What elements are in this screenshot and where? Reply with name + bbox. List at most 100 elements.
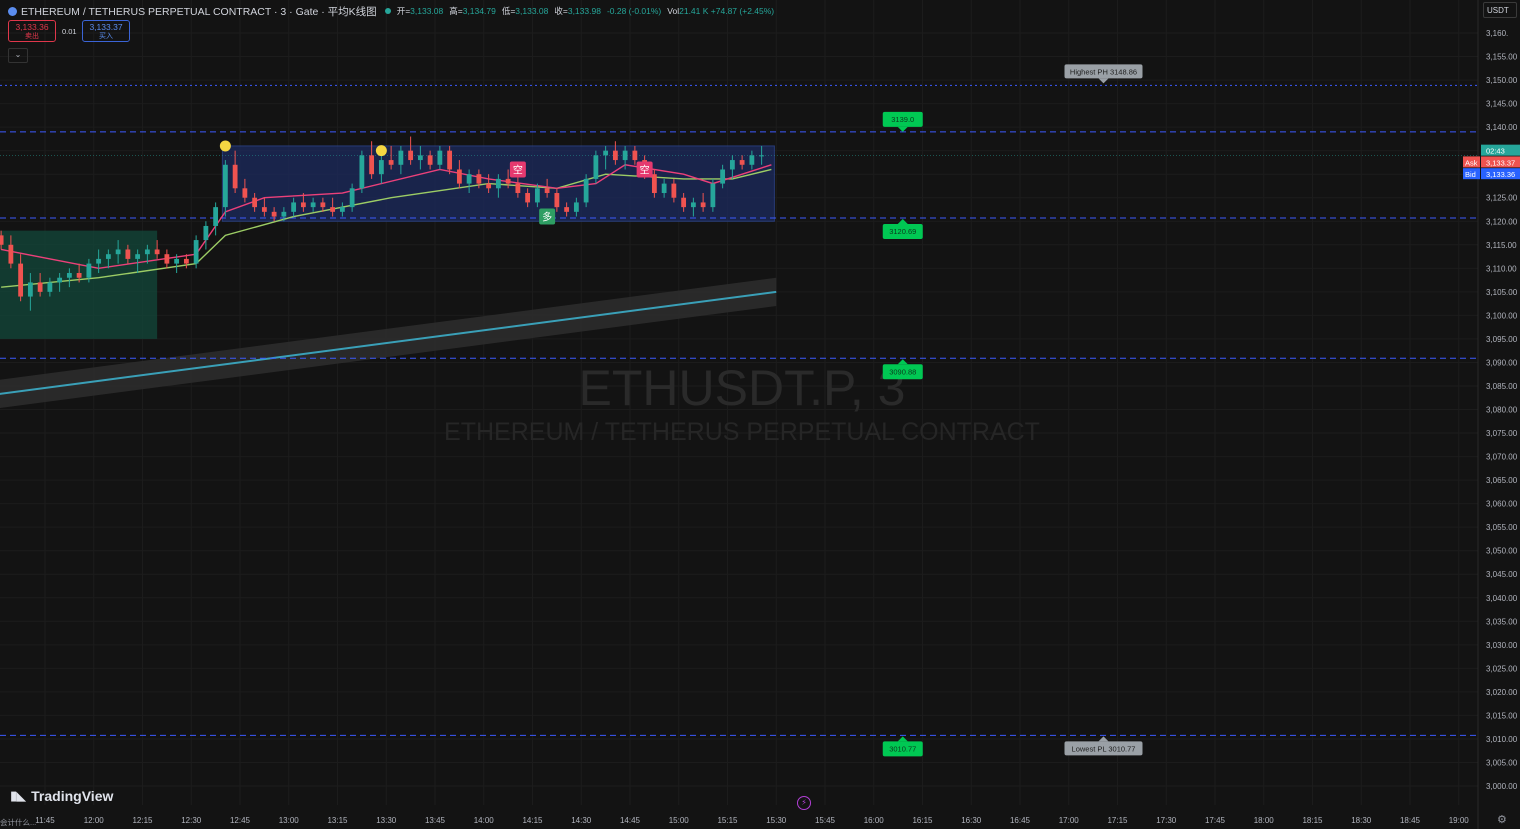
candle-body[interactable] [105, 254, 111, 259]
time-tick-label: 16:15 [912, 816, 933, 825]
symbol-title[interactable]: ETHEREUM / TETHERUS PERPETUAL CONTRACT ·… [21, 4, 377, 19]
candle-body[interactable] [164, 254, 170, 264]
time-tick-label: 17:00 [1059, 816, 1080, 825]
candle-body[interactable] [349, 188, 355, 208]
candle-body[interactable] [525, 193, 531, 203]
time-tick-label: 16:45 [1010, 816, 1031, 825]
candle-body[interactable] [603, 150, 609, 156]
candle-body[interactable] [47, 282, 53, 292]
candle-body[interactable] [154, 249, 160, 255]
candle-body[interactable] [612, 150, 618, 161]
candle-body[interactable] [534, 188, 540, 203]
candle-body[interactable] [622, 150, 628, 161]
settings-gear-icon[interactable]: ⚙ [1497, 813, 1507, 826]
candle-body[interactable] [759, 155, 765, 157]
candle-body[interactable] [554, 193, 560, 208]
candle-body[interactable] [0, 235, 4, 245]
candle-body[interactable] [408, 150, 414, 161]
candle-body[interactable] [378, 160, 384, 175]
candle-body[interactable] [573, 202, 579, 212]
candle-body[interactable] [339, 207, 345, 212]
price-tick-label: 3,050.00 [1486, 547, 1518, 556]
candle-body[interactable] [310, 202, 316, 208]
candle-body[interactable] [222, 164, 228, 208]
candle-body[interactable] [57, 277, 63, 283]
candle-body[interactable] [37, 282, 43, 292]
time-tick-label: 19:00 [1449, 816, 1470, 825]
candle-body[interactable] [96, 258, 102, 264]
candle-body[interactable] [252, 197, 258, 208]
currency-selector[interactable]: USDT [1483, 2, 1517, 18]
price-tick-label: 3,025.00 [1486, 664, 1518, 673]
lightning-icon[interactable]: ⚡ [797, 796, 811, 810]
candle-body[interactable] [398, 150, 404, 165]
candle-body[interactable] [456, 169, 462, 184]
candle-body[interactable] [447, 150, 453, 170]
candle-body[interactable] [300, 202, 306, 208]
candle-body[interactable] [583, 178, 589, 203]
candle-body[interactable] [681, 197, 687, 208]
candle-body[interactable] [690, 202, 696, 208]
candle-body[interactable] [27, 282, 33, 297]
candle-body[interactable] [66, 273, 72, 278]
candle-body[interactable] [261, 207, 267, 212]
time-tick-label: 14:00 [474, 816, 495, 825]
price-tick-label: 3,095.00 [1486, 335, 1518, 344]
candle-body[interactable] [125, 249, 131, 259]
candle-body[interactable] [320, 202, 326, 208]
candle-body[interactable] [661, 183, 667, 194]
candle-body[interactable] [417, 155, 423, 161]
tradingview-logo[interactable]: ▮◣ TradingView [10, 788, 113, 804]
sell-button[interactable]: 3,133.36 卖出 [8, 20, 56, 42]
candle-body[interactable] [544, 188, 550, 194]
candle-body[interactable] [115, 249, 121, 255]
candle-body[interactable] [203, 225, 209, 241]
candle-body[interactable] [86, 263, 92, 278]
candle-body[interactable] [291, 202, 297, 212]
candle-body[interactable] [144, 249, 150, 255]
time-tick-label: 12:15 [132, 816, 153, 825]
candle-body[interactable] [632, 150, 638, 161]
watermark-name: ETHEREUM / TETHERUS PERPETUAL CONTRACT [444, 418, 1040, 446]
candle-body[interactable] [729, 160, 735, 170]
time-tick-label: 14:30 [571, 816, 592, 825]
candle-body[interactable] [486, 183, 492, 189]
candle-body[interactable] [564, 207, 570, 212]
candle-body[interactable] [476, 174, 482, 184]
candle-body[interactable] [281, 211, 287, 217]
candle-body[interactable] [271, 211, 277, 217]
candle-body[interactable] [174, 258, 180, 264]
candle-body[interactable] [710, 183, 716, 208]
candle-body[interactable] [8, 244, 14, 264]
candle-body[interactable] [388, 160, 394, 165]
price-chart[interactable]: ETHUSDT.P, 3 ETHEREUM / TETHERUS PERPETU… [0, 0, 1520, 829]
candle-body[interactable] [437, 150, 443, 165]
candle-body[interactable] [232, 164, 238, 189]
candle-body[interactable] [76, 273, 82, 278]
candle-body[interactable] [505, 178, 511, 184]
candle-body[interactable] [466, 174, 472, 184]
candle-body[interactable] [495, 178, 501, 189]
candle-body[interactable] [242, 188, 248, 198]
candle-body[interactable] [515, 183, 521, 194]
candle-body[interactable] [330, 207, 336, 212]
collapse-button[interactable]: ⌄ [8, 48, 28, 63]
candle-body[interactable] [739, 160, 745, 165]
candle-body[interactable] [18, 263, 24, 297]
candle-body[interactable] [593, 155, 599, 179]
candle-body[interactable] [193, 240, 199, 264]
candle-body[interactable] [749, 155, 755, 165]
candle-body[interactable] [213, 207, 219, 226]
candle-body[interactable] [651, 174, 657, 194]
candle-body[interactable] [183, 258, 189, 264]
volume-readout: Vol21.41 K +74.87 (+2.45%) [667, 6, 775, 16]
candle-body[interactable] [720, 169, 726, 184]
buy-button[interactable]: 3,133.37 买入 [82, 20, 130, 42]
candle-body[interactable] [671, 183, 677, 198]
time-tick-label: 12:45 [230, 816, 251, 825]
candle-body[interactable] [359, 155, 365, 189]
candle-body[interactable] [135, 254, 141, 259]
candle-body[interactable] [700, 202, 706, 208]
candle-body[interactable] [369, 155, 375, 175]
candle-body[interactable] [427, 155, 433, 165]
